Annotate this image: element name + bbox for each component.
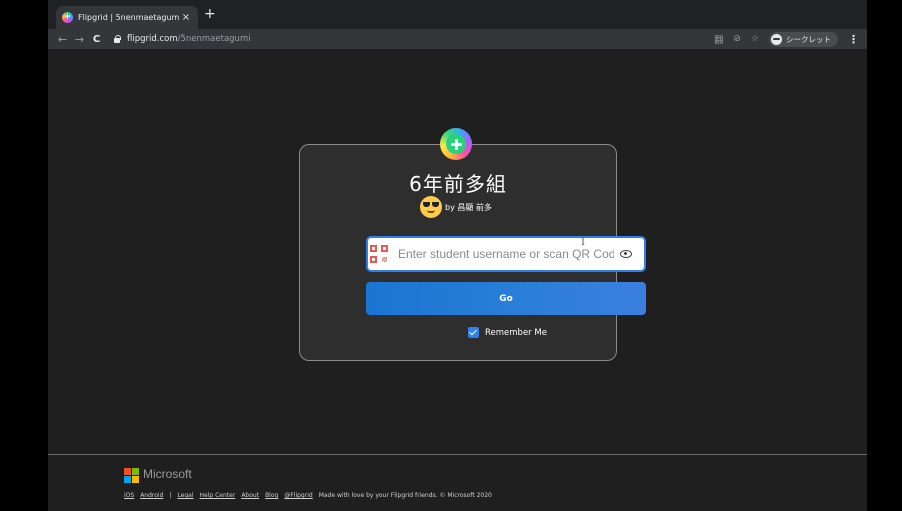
text-cursor-icon: I	[581, 237, 585, 248]
plus-icon	[446, 134, 466, 154]
qr-code-icon[interactable]	[370, 245, 388, 263]
remember-me-label: Remember Me	[485, 327, 547, 338]
incognito-icon	[771, 33, 782, 45]
username-field[interactable]	[366, 236, 646, 272]
tab-close-icon[interactable]: ×	[180, 12, 192, 23]
reload-button[interactable]: C	[88, 34, 105, 45]
go-button[interactable]: Go	[366, 282, 646, 315]
footer-link-help-center[interactable]: Help Center	[200, 492, 236, 499]
tab-strip: Flipgrid | 5nenmaetagumi × +	[48, 0, 867, 29]
menu-icon[interactable]: ⋮	[848, 33, 859, 46]
url-path: /5nenmaetagumi	[177, 34, 251, 44]
microsoft-brand: Microsoft	[143, 467, 192, 481]
footer-tagline: Made with love by your Flipgrid friends.…	[318, 492, 492, 499]
group-owner: by 昌顯 前多	[420, 196, 492, 218]
show-password-eye-icon[interactable]	[620, 250, 632, 258]
profile-label: シークレット	[786, 34, 831, 44]
remember-me-checkbox[interactable]: Remember Me	[468, 327, 547, 338]
browser-window: Flipgrid | 5nenmaetagumi × + ← → C flipg…	[48, 0, 867, 511]
address-bar[interactable]: flipgrid.com/5nenmaetagumi	[113, 31, 251, 47]
incognito-profile-button[interactable]: シークレット	[769, 31, 838, 47]
footer-link-flipgrid[interactable]: @Flipgrid	[284, 492, 312, 499]
toolbar-actions: 翻 ⊘ ☆ シークレット ⋮	[714, 29, 859, 49]
footer-link-legal[interactable]: Legal	[177, 492, 193, 499]
footer-separator: |	[169, 492, 172, 499]
browser-tab[interactable]: Flipgrid | 5nenmaetagumi ×	[56, 6, 198, 29]
lock-icon[interactable]	[113, 35, 121, 43]
flipgrid-logo-icon	[440, 128, 472, 160]
group-title: 6年前多組	[409, 172, 507, 196]
microsoft-logo-icon	[124, 468, 139, 483]
forward-button[interactable]: →	[71, 33, 88, 46]
checkbox-checked-icon[interactable]	[468, 327, 479, 338]
eye-off-icon[interactable]: ⊘	[733, 34, 741, 44]
new-tab-button[interactable]: +	[204, 7, 216, 21]
translate-icon[interactable]: 翻	[714, 33, 723, 46]
browser-toolbar: ← → C flipgrid.com/5nenmaetagumi 翻 ⊘ ☆ シ…	[48, 29, 867, 49]
tab-title: Flipgrid | 5nenmaetagumi	[78, 13, 180, 22]
footer-link-ios[interactable]: iOS	[124, 492, 134, 499]
flipgrid-favicon-icon	[62, 12, 73, 23]
footer-divider	[48, 454, 867, 455]
footer-link-blog[interactable]: Blog	[265, 492, 278, 499]
footer-link-android[interactable]: Android	[140, 492, 163, 499]
star-icon[interactable]: ☆	[751, 34, 759, 44]
owner-name: by 昌顯 前多	[445, 202, 492, 212]
footer-links: iOS Android | Legal Help Center About Bl…	[124, 492, 492, 499]
url-host: flipgrid.com	[127, 34, 178, 44]
back-button[interactable]: ←	[54, 33, 71, 46]
sunglasses-emoji-icon	[420, 196, 442, 218]
footer-link-about[interactable]: About	[241, 492, 259, 499]
username-input[interactable]	[398, 247, 614, 261]
